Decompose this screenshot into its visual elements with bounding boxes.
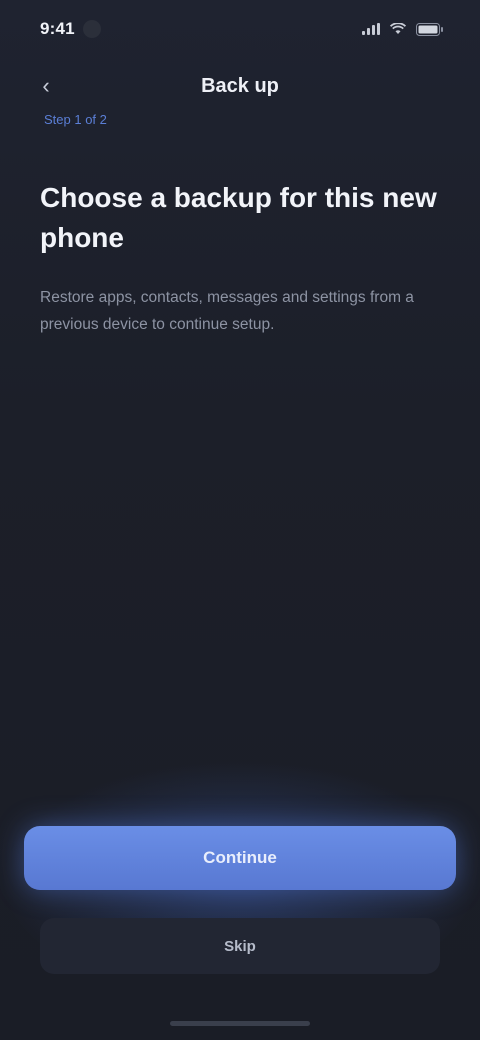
- status-right: [362, 22, 444, 36]
- signal-icon: [362, 23, 380, 35]
- main-content: Choose a backup for this new phone Resto…: [40, 178, 440, 338]
- chevron-left-icon: ‹: [42, 73, 50, 98]
- continue-button[interactable]: Continue: [24, 826, 456, 890]
- battery-icon: [416, 22, 444, 36]
- step-indicator: Step 1 of 2: [44, 112, 107, 127]
- status-time: 9:41: [40, 19, 75, 38]
- status-bar: 9:41: [0, 0, 480, 58]
- page-heading: Choose a backup for this new phone: [40, 182, 437, 253]
- back-button[interactable]: ‹: [30, 70, 62, 102]
- page-description: Restore apps, contacts, messages and set…: [40, 289, 414, 333]
- app-screen: 9:41 ‹ Back up Step 1 of 2 Choose a back…: [0, 0, 480, 1040]
- header-title: Back up: [201, 74, 279, 97]
- home-indicator: [170, 1021, 310, 1026]
- top-header: ‹ Back up: [0, 62, 480, 110]
- skip-button[interactable]: Skip: [40, 918, 440, 974]
- notification-dot-icon: [82, 20, 101, 38]
- wifi-icon: [390, 23, 406, 35]
- status-left: 9:41: [40, 19, 101, 39]
